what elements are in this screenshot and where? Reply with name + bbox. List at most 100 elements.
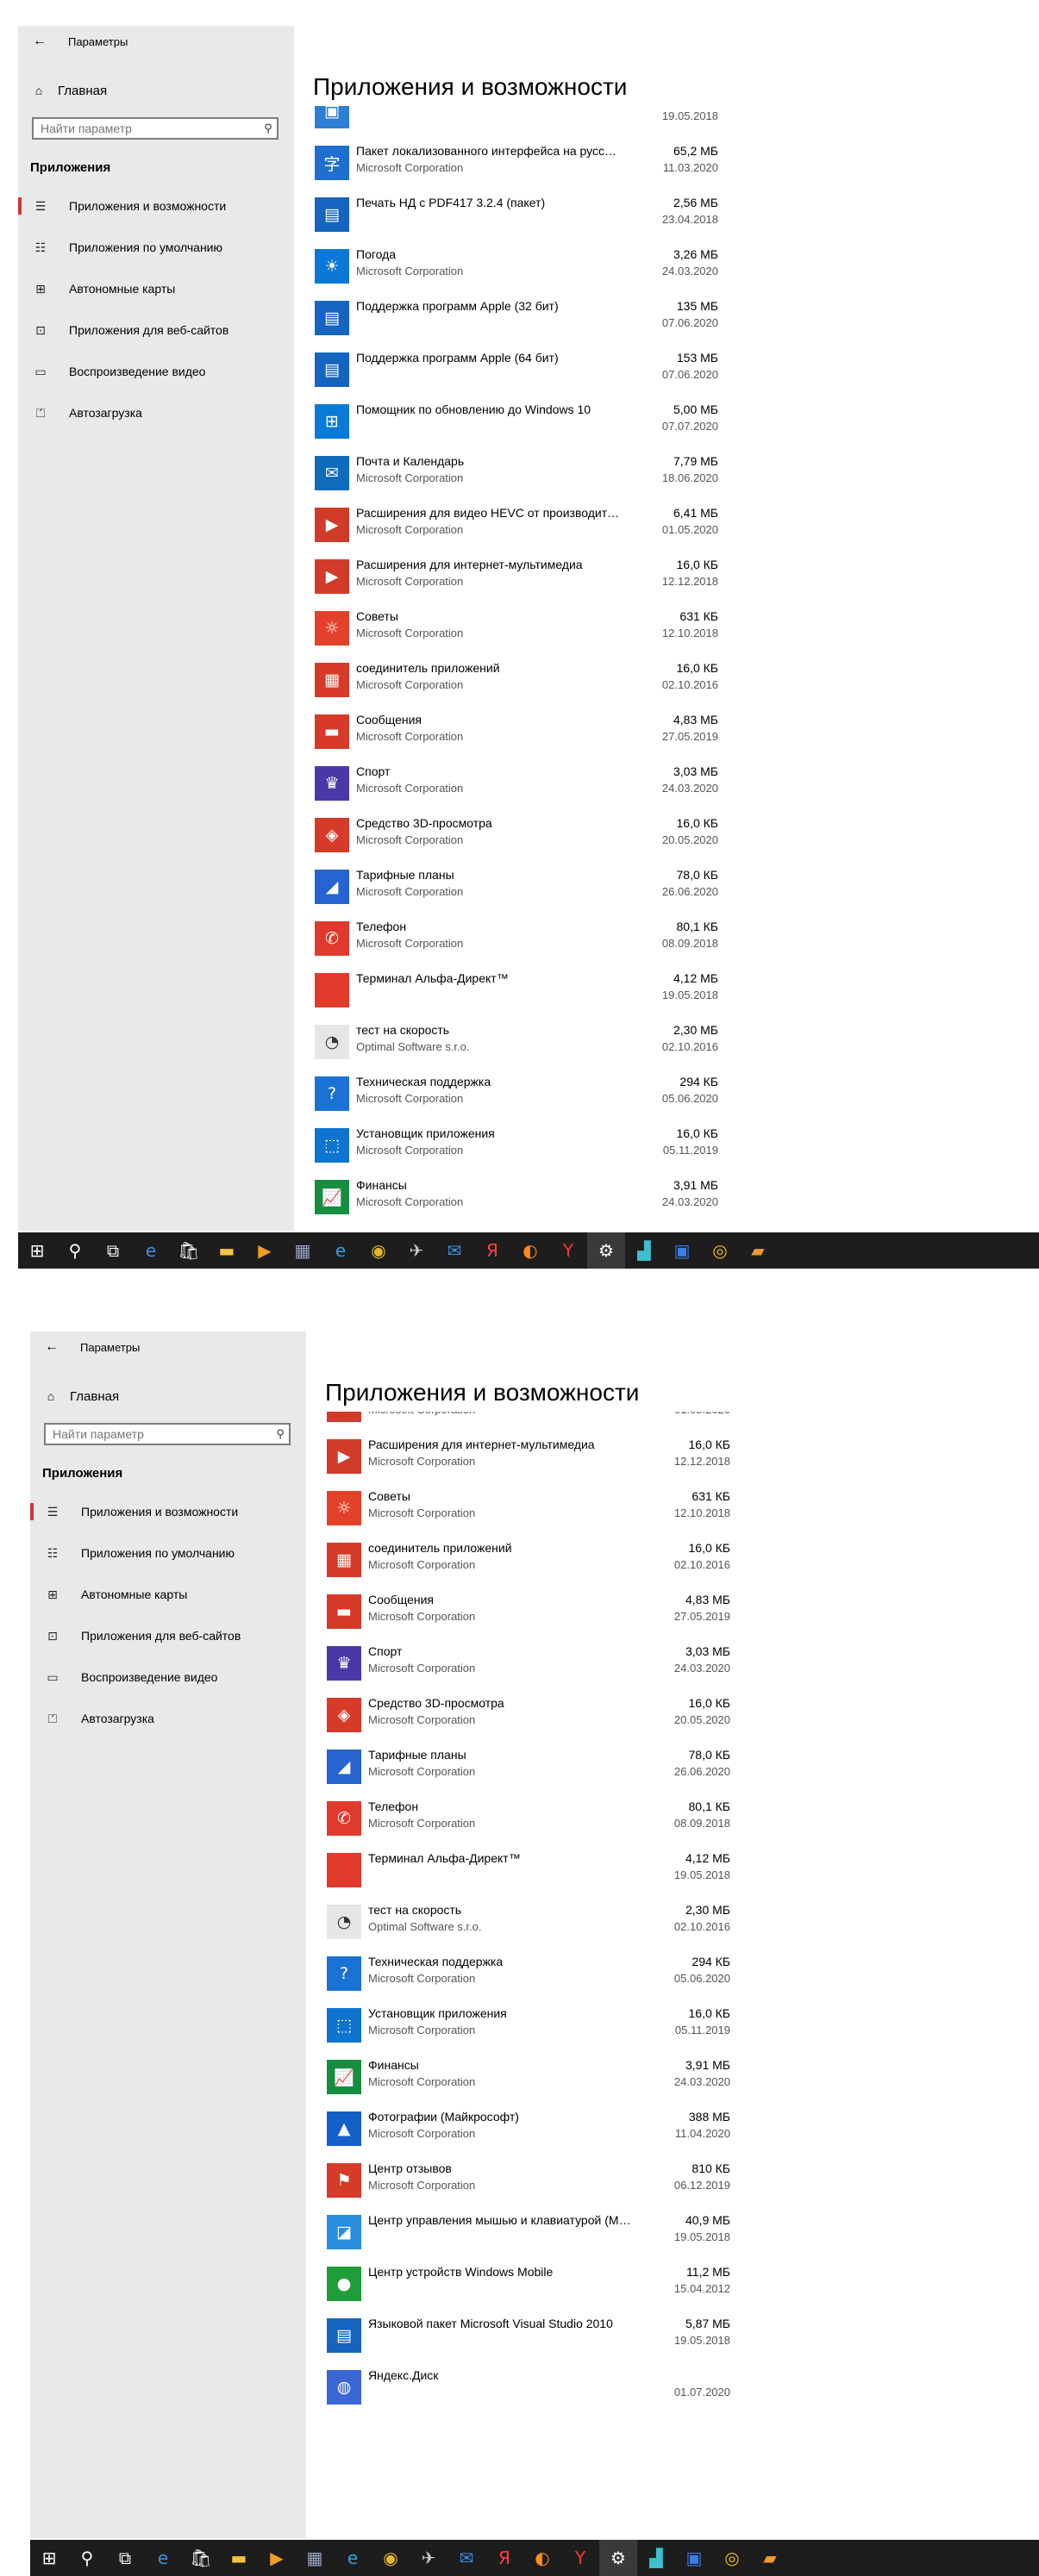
list-item[interactable]: ▶ Расширения для интернет-мультимедиа Micr…: [311, 552, 725, 604]
edge-button[interactable]: e: [144, 2540, 182, 2576]
chrome-button[interactable]: ◉: [360, 1232, 397, 1269]
list-item[interactable]: ● Центр устройств Windows Mobile 11,2 МБ 15…: [323, 2260, 737, 2311]
yandex-browser-button[interactable]: Y: [549, 1232, 587, 1269]
app-button[interactable]: ✈: [397, 1232, 435, 1269]
app2-button[interactable]: ▟: [637, 2540, 675, 2576]
list-item[interactable]: ✉ Почта и Календарь Microsoft Corporation 7…: [311, 449, 725, 501]
sidebar-item-5[interactable]: ⏍ Автозагрузка: [30, 1698, 306, 1739]
list-item[interactable]: ◔ тест на скорость Optimal Software s.r.o.…: [323, 1898, 737, 1949]
yandex-button[interactable]: Я: [473, 1232, 511, 1269]
list-item[interactable]: ▦ соединитель приложений Microsoft Corpora…: [311, 656, 725, 708]
home-link[interactable]: ⌂ Главная: [42, 1383, 119, 1409]
start-button[interactable]: ⊞: [18, 1232, 56, 1269]
ie-button[interactable]: e: [334, 2540, 372, 2576]
chrome-button[interactable]: ◉: [372, 2540, 410, 2576]
firefox-button[interactable]: ◐: [523, 2540, 561, 2576]
yandex-button[interactable]: Я: [485, 2540, 523, 2576]
search-input[interactable]: [46, 1426, 272, 1442]
list-item[interactable]: ⬚ Установщик приложения Microsoft Corporat…: [323, 2001, 737, 2053]
list-item[interactable]: ▲ Фотографии (Майкрософт) Microsoft Corpor…: [323, 2105, 737, 2156]
app5-button[interactable]: ▰: [739, 1232, 777, 1269]
list-item[interactable]: ▬ Сообщения Microsoft Corporation 4,83 МБ 27…: [323, 1587, 737, 1639]
app4-button[interactable]: ◎: [701, 1232, 739, 1269]
list-item[interactable]: 📈 Финансы Microsoft Corporation 3,91 МБ 24.0…: [311, 1173, 725, 1225]
sidebar-item-0[interactable]: ☰ Приложения и возможности: [18, 185, 294, 227]
list-item[interactable]: ? Техническая поддержка Microsoft Corporat…: [311, 1070, 725, 1121]
home-link[interactable]: ⌂ Главная: [30, 78, 107, 103]
list-item[interactable]: ▤ Поддержка программ Apple (64 бит) 153 МБ…: [311, 346, 725, 397]
back-arrow-icon[interactable]: ←: [42, 1338, 61, 1357]
task-view-button[interactable]: ⧉: [106, 2540, 144, 2576]
list-item[interactable]: ◪ Центр управления мышью и клавиатурой (М…: [323, 2208, 737, 2260]
sidebar-item-4[interactable]: ▭ Воспроизведение видео: [18, 351, 294, 392]
list-item[interactable]: ♛ Спорт Microsoft Corporation 3,03 МБ 24.03.…: [323, 1639, 737, 1691]
list-item[interactable]: ▤ Печать НД с PDF417 3.2.4 (пакет) 2,56 МБ…: [311, 190, 725, 242]
task-view-button[interactable]: ⧉: [94, 1232, 132, 1269]
firefox-button[interactable]: ◐: [511, 1232, 549, 1269]
settings-button[interactable]: ⚙: [587, 1232, 625, 1269]
calculator-button[interactable]: ▦: [284, 1232, 322, 1269]
list-item[interactable]: ◢ Тарифные планы Microsoft Corporation 78,0…: [323, 1743, 737, 1794]
search-input[interactable]: [34, 121, 260, 136]
list-item[interactable]: ⬚ Установщик приложения Microsoft Corporat…: [311, 1121, 725, 1173]
list-item[interactable]: ◈ Средство 3D-просмотра Microsoft Corporat…: [323, 1691, 737, 1743]
mail-button[interactable]: ✉: [435, 1232, 473, 1269]
sidebar-item-3[interactable]: ⊡ Приложения для веб-сайтов: [30, 1615, 306, 1656]
list-item[interactable]: ▤ Поддержка программ Apple (32 бит) 135 МБ…: [311, 294, 725, 346]
list-item[interactable]: ◍ Яндекс.Диск 01.07.2020: [323, 2363, 737, 2415]
yandex-browser-button[interactable]: Y: [561, 2540, 599, 2576]
app4-button[interactable]: ◎: [713, 2540, 751, 2576]
list-item[interactable]: ▶ Расширения для интернет-мультимедиа Micr…: [323, 1432, 737, 1484]
search-box[interactable]: ⚲: [32, 117, 279, 140]
sidebar-item-2[interactable]: ⊞ Автономные карты: [18, 268, 294, 309]
sidebar-item-2[interactable]: ⊞ Автономные карты: [30, 1574, 306, 1615]
list-item[interactable]: Терминал Альфа-Директ™ 4,12 МБ 19.05.2018: [311, 966, 725, 1018]
list-item[interactable]: ▣Пакет драйверов для сенсорного интерфей…: [311, 106, 725, 139]
sidebar-item-4[interactable]: ▭ Воспроизведение видео: [30, 1656, 306, 1698]
list-item[interactable]: ☀ Погода Microsoft Corporation 3,26 МБ 24.03…: [311, 242, 725, 294]
list-item[interactable]: ? Техническая поддержка Microsoft Corporat…: [323, 1949, 737, 2001]
store-button[interactable]: 🛍: [182, 2540, 220, 2576]
list-item[interactable]: ♛ Спорт Microsoft Corporation 3,03 МБ 24.03.…: [311, 759, 725, 811]
app-button[interactable]: ✈: [410, 2540, 448, 2576]
sidebar-item-0[interactable]: ☰ Приложения и возможности: [30, 1491, 306, 1532]
list-item[interactable]: ◢ Тарифные планы Microsoft Corporation 78,0…: [311, 863, 725, 914]
settings-button[interactable]: ⚙: [599, 2540, 637, 2576]
explorer-button[interactable]: ▬: [220, 2540, 258, 2576]
explorer-button[interactable]: ▬: [208, 1232, 246, 1269]
sidebar-item-1[interactable]: ☷ Приложения по умолчанию: [30, 1532, 306, 1574]
search-icon[interactable]: ⚲: [260, 122, 277, 135]
sidebar-item-5[interactable]: ⏍ Автозагрузка: [18, 392, 294, 433]
list-item[interactable]: ☼ Советы Microsoft Corporation 631 КБ 12.10.…: [311, 604, 725, 656]
search-button[interactable]: ⚲: [56, 1232, 94, 1269]
sidebar-item-1[interactable]: ☷ Приложения по умолчанию: [18, 227, 294, 268]
media-button[interactable]: ▶: [258, 2540, 296, 2576]
search-button[interactable]: ⚲: [68, 2540, 106, 2576]
list-item[interactable]: ▶Расширения для видео HEVC от производит…: [311, 501, 725, 552]
list-item[interactable]: ▶Расширения для видео HEVC от производит…: [323, 1412, 737, 1432]
edge-button[interactable]: e: [132, 1232, 170, 1269]
list-item[interactable]: ⚑ Центр отзывов Microsoft Corporation 810 К…: [323, 2156, 737, 2208]
start-button[interactable]: ⊞: [30, 2540, 68, 2576]
list-item[interactable]: Терминал Альфа-Директ™ 4,12 МБ 19.05.2018: [323, 1846, 737, 1898]
list-item[interactable]: ✆ Телефон Microsoft Corporation 80,1 КБ 08.0…: [323, 1794, 737, 1846]
ie-button[interactable]: e: [322, 1232, 360, 1269]
list-item[interactable]: 📈 Финансы Microsoft Corporation 3,91 МБ 24.0…: [323, 2053, 737, 2105]
app5-button[interactable]: ▰: [751, 2540, 789, 2576]
app2-button[interactable]: ▟: [625, 1232, 663, 1269]
app3-button[interactable]: ▣: [675, 2540, 713, 2576]
list-item[interactable]: ◈ Средство 3D-просмотра Microsoft Corporat…: [311, 811, 725, 863]
list-item[interactable]: ⊞ Помощник по обновлению до Windows 10 5,0…: [311, 397, 725, 449]
search-box[interactable]: ⚲: [44, 1423, 291, 1445]
sidebar-item-3[interactable]: ⊡ Приложения для веб-сайтов: [18, 309, 294, 351]
media-button[interactable]: ▶: [246, 1232, 284, 1269]
app3-button[interactable]: ▣: [663, 1232, 701, 1269]
list-item[interactable]: ☼ Советы Microsoft Corporation 631 КБ 12.10.…: [323, 1484, 737, 1536]
list-item[interactable]: ▬ Сообщения Microsoft Corporation 4,83 МБ 27…: [311, 708, 725, 759]
calculator-button[interactable]: ▦: [296, 2540, 334, 2576]
search-icon[interactable]: ⚲: [272, 1427, 289, 1441]
list-item[interactable]: ✆ Телефон Microsoft Corporation 80,1 КБ 08.0…: [311, 914, 725, 966]
mail-button[interactable]: ✉: [448, 2540, 485, 2576]
list-item[interactable]: ▤ Языковой пакет Microsoft Visual Studio …: [323, 2311, 737, 2363]
list-item[interactable]: 字 Пакет локализованного интерфейса на рус…: [311, 139, 725, 190]
